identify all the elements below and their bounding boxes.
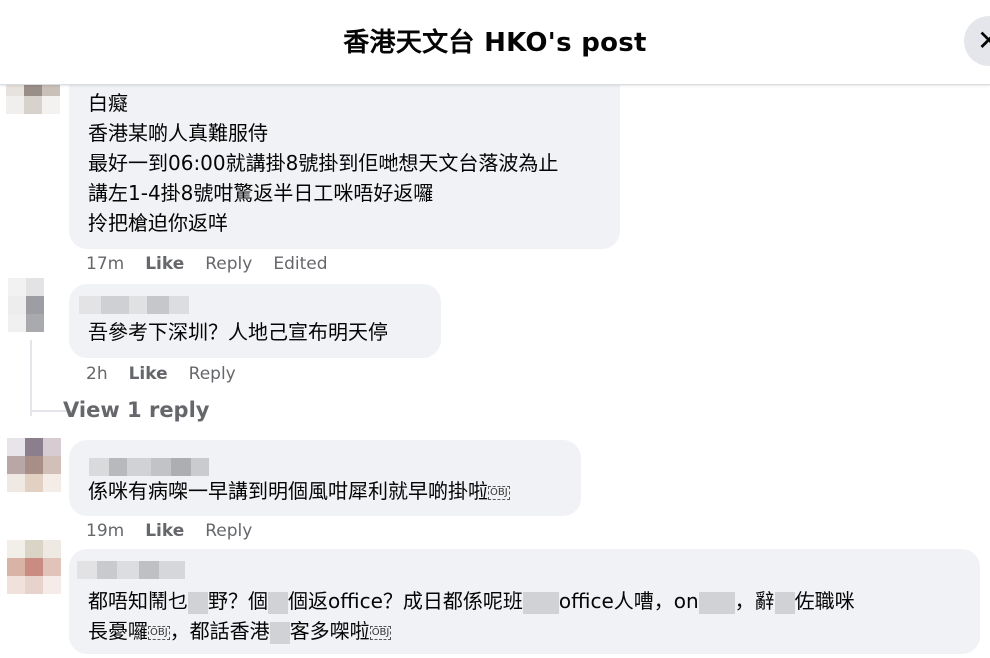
comment-timestamp[interactable]: 2h <box>86 364 108 384</box>
reply-button[interactable]: Reply <box>189 364 236 384</box>
comment-text: 最好一到06:00就講掛8號掛到佢哋想天文台落波為止 <box>88 151 559 175</box>
redacted-block <box>188 591 208 614</box>
comment-text: 係咪有病㗎一早講到明個風咁犀利就早啲掛啦 OBJ <box>88 479 510 503</box>
like-button[interactable]: Like <box>145 254 184 274</box>
close-icon: ✕ <box>977 24 990 57</box>
comment-timestamp[interactable]: 19m <box>86 521 124 541</box>
like-button[interactable]: Like <box>129 364 168 384</box>
comment-actions: 17m Like Reply Edited <box>86 254 349 274</box>
avatar[interactable] <box>7 438 63 498</box>
comment-text: 吾參考下深圳？人地己宣布明天停 <box>88 320 388 344</box>
object-replacement-icon: OBJ <box>148 625 170 640</box>
object-replacement-icon: OBJ <box>369 625 392 640</box>
redacted-block <box>268 591 288 614</box>
object-replacement-icon: OBJ <box>488 485 510 500</box>
like-button[interactable]: Like <box>145 521 184 541</box>
redacted-block <box>522 591 559 614</box>
comment-text: 白癡 <box>88 91 128 115</box>
redacted-block <box>698 591 735 614</box>
comment-text: 講左1-4掛8號咁驚返半日工咪唔好返囉 <box>88 181 434 205</box>
comment-bubble: 都唔知鬧乜 野？個 個返office？成日都係呢班 office人嘈，on ，辭 佐職咪 … <box>69 549 980 654</box>
comment-bubble: 白癡 香港某啲人真難服侍 最好一到06:00就講掛8號掛到佢哋想天文台落波為止 … <box>69 70 620 249</box>
reply-button[interactable]: Reply <box>205 254 252 274</box>
comment-actions: 2h Like Reply <box>86 364 257 384</box>
comment-bubble: 吾參考下深圳？人地己宣布明天停 <box>69 284 441 358</box>
comment-text: 拎把槍迫你返咩 <box>88 211 228 235</box>
comment-text: 都唔知鬧乜 野？個 個返office？成日都係呢班 office人嘈，on ，辭 佐職咪 <box>88 589 855 614</box>
author-name[interactable] <box>79 296 189 314</box>
author-name[interactable] <box>77 561 185 579</box>
dialog-title: 香港天文台 HKO's post <box>343 28 647 58</box>
comment-text: 長憂囉 OBJ ，都話香港 客多㗎啦 OBJ <box>88 619 392 644</box>
author-name[interactable] <box>89 458 209 476</box>
redacted-block <box>774 591 795 614</box>
thread-line <box>30 340 32 416</box>
reply-button[interactable]: Reply <box>205 521 252 541</box>
avatar[interactable] <box>8 278 64 338</box>
dialog-header: 香港天文台 HKO's post ✕ <box>0 0 990 85</box>
comment-timestamp[interactable]: 17m <box>86 254 124 274</box>
view-replies-link[interactable]: View 1 reply <box>63 398 209 422</box>
edited-label[interactable]: Edited <box>273 254 327 274</box>
redacted-block <box>269 621 290 644</box>
avatar[interactable] <box>7 540 63 600</box>
comment-text: 香港某啲人真難服侍 <box>88 121 268 145</box>
comment-actions: 19m Like Reply <box>86 521 273 541</box>
comment-bubble: 係咪有病㗎一早講到明個風咁犀利就早啲掛啦 OBJ <box>69 440 581 516</box>
